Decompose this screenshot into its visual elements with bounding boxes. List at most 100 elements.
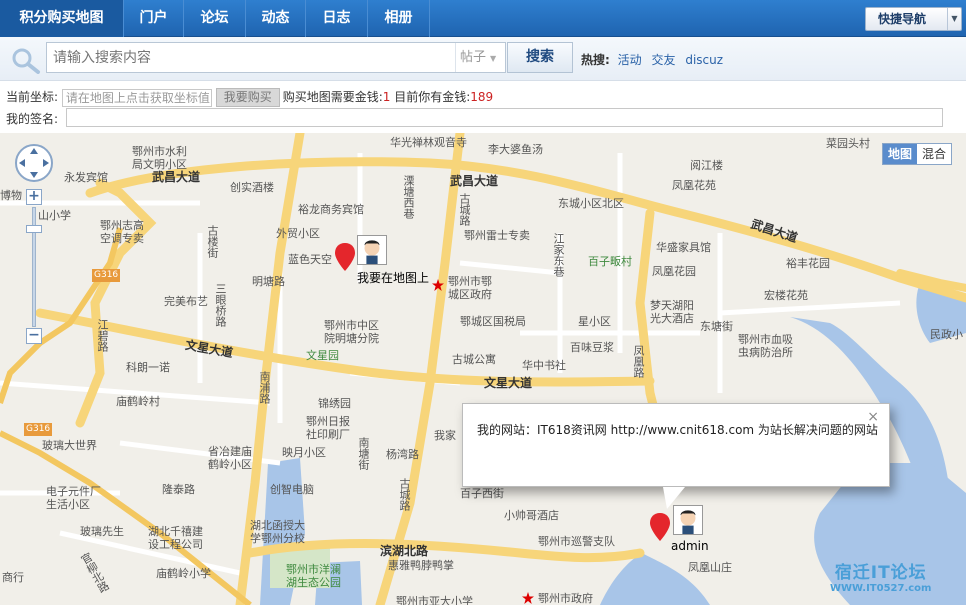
poi-label[interactable]: 民政小 <box>930 328 963 341</box>
poi-label[interactable]: 古城公寓 <box>452 353 496 366</box>
poi-label[interactable]: 省冶建庙鹤岭小区 <box>208 445 258 471</box>
buy-button[interactable]: 我要购买 <box>215 88 280 107</box>
close-icon[interactable]: × <box>867 410 879 424</box>
poi-label[interactable]: 星小区 <box>578 315 611 328</box>
poi-label[interactable]: 梦天湖阳光大酒店 <box>650 299 700 325</box>
road-label: G316 <box>24 423 53 436</box>
poi-label[interactable]: 山小学 <box>38 209 71 222</box>
search-button[interactable]: 搜索 <box>507 42 573 73</box>
poi-label[interactable]: 庙鹤岭小学 <box>156 567 211 580</box>
poi-label[interactable]: 凤凰花苑 <box>672 179 716 192</box>
poi-label[interactable]: 鄂州市政府 <box>538 592 593 605</box>
road-label: 文星大道 <box>484 376 533 390</box>
balance-text: 目前你有金钱: <box>394 90 471 104</box>
road-label: 明塘路 <box>252 275 285 288</box>
road-label: 东塘街 <box>700 320 733 333</box>
poi-label[interactable]: 创实酒楼 <box>230 181 274 194</box>
road-label: G316 <box>92 269 121 282</box>
poi-label[interactable]: 玻璃先生 <box>80 525 124 538</box>
poi-label[interactable]: 湖北千禧建设工程公司 <box>148 525 204 551</box>
avatar[interactable] <box>673 505 703 535</box>
poi-label[interactable]: 蓝色天空 <box>288 253 332 266</box>
poi-label[interactable]: 玻璃大世界 <box>42 439 97 452</box>
quick-nav-button[interactable]: 快捷导航 ▼ <box>865 7 962 31</box>
poi-label[interactable]: 阅江楼 <box>690 159 723 172</box>
hot-link-discuz[interactable]: discuz <box>685 53 723 67</box>
map-pin-icon[interactable] <box>650 513 670 541</box>
zoom-out-button[interactable]: − <box>26 328 42 344</box>
poi-label[interactable]: 百子畈村 <box>588 255 632 268</box>
coordinate-row: 当前坐标: 请在地图上点击获取坐标值 我要购买 购买地图需要金钱:1 目前你有金钱… <box>6 87 493 107</box>
poi-label[interactable]: 鄂州市血吸虫病防治所 <box>738 333 798 359</box>
poi-label[interactable]: 宏楼花苑 <box>764 289 808 302</box>
zoom-slider-thumb[interactable] <box>26 225 42 233</box>
poi-label[interactable]: 鄂州市中区院明塘分院 <box>324 319 384 345</box>
nav-item-portal[interactable]: 门户 <box>124 0 184 37</box>
poi-label[interactable]: 锦绣园 <box>318 397 351 410</box>
poi-label[interactable]: 鄂州市巡警支队 <box>538 535 615 548</box>
poi-label[interactable]: 鄂州市亚大小学 <box>396 595 473 605</box>
poi-label[interactable]: 完美布艺 <box>164 295 208 308</box>
poi-label[interactable]: 百味豆浆 <box>570 341 614 354</box>
poi-label[interactable]: 李大婆鱼汤 <box>488 143 543 156</box>
poi-label[interactable]: 商行 <box>2 571 24 584</box>
search-type-select[interactable]: 帖子 ▼ <box>455 43 505 72</box>
signature-input[interactable] <box>66 108 943 127</box>
poi-label[interactable]: 华盛家具馆 <box>656 241 711 254</box>
search-input[interactable] <box>53 48 453 68</box>
avatar[interactable] <box>357 235 387 265</box>
poi-label[interactable]: 鄂州日报社印刷厂 <box>306 415 356 441</box>
signature-label: 我的签名: <box>6 112 59 126</box>
zoom-in-button[interactable]: + <box>26 189 42 205</box>
poi-label[interactable]: 裕龙商务宾馆 <box>298 203 364 216</box>
road-label: 江碧路 <box>96 319 109 352</box>
nav-item-buy-map[interactable]: 积分购买地图 <box>0 0 124 37</box>
poi-label[interactable]: 鄂州市水利局文明小区 <box>132 145 196 171</box>
poi-label[interactable]: 鄂州市洋澜湖生态公园 <box>286 563 348 589</box>
chevron-down-icon: ▼ <box>947 8 961 30</box>
map-type-hybrid[interactable]: 混合 <box>917 144 951 164</box>
nav-item-forum[interactable]: 论坛 <box>184 0 246 37</box>
road-label: 古城路 <box>458 193 471 226</box>
poi-label[interactable]: 庙鹤岭村 <box>116 395 160 408</box>
road-label: 凤凰路 <box>632 345 645 378</box>
coord-input[interactable]: 请在地图上点击获取坐标值 <box>61 88 212 107</box>
poi-label[interactable]: 文星园 <box>306 349 339 362</box>
poi-label[interactable]: 菜园头村 <box>826 137 870 150</box>
hot-link-dating[interactable]: 交友 <box>651 53 675 67</box>
poi-label[interactable]: 鄂州雷士专卖 <box>464 229 530 242</box>
poi-label[interactable]: 鄂城区国税局 <box>460 315 526 328</box>
poi-label[interactable]: 科朗一诺 <box>126 361 170 374</box>
poi-label[interactable]: 小帅哥酒店 <box>504 509 559 522</box>
poi-label[interactable]: 创智电脑 <box>270 483 314 496</box>
poi-label[interactable]: 裕丰花园 <box>786 257 830 270</box>
map-pin-icon[interactable] <box>335 243 355 271</box>
poi-label[interactable]: 外贸小区 <box>276 227 320 240</box>
hot-link-activity[interactable]: 活动 <box>618 53 642 67</box>
map-view[interactable]: 武昌大道 武昌大道 武昌大道 文星大道 文星大道 滨湖北路 明塘路 隆泰路 东塘… <box>0 133 966 605</box>
poi-label[interactable]: 博物 <box>0 189 22 202</box>
poi-label[interactable]: 凤凰花园 <box>652 265 696 278</box>
map-type-map[interactable]: 地图 <box>882 144 917 164</box>
poi-label[interactable]: 惠雅鸭脖鸭掌 <box>388 559 454 572</box>
nav-item-album[interactable]: 相册 <box>368 0 430 37</box>
road-label: 溧塘西巷 <box>402 175 415 219</box>
poi-label[interactable]: 东城小区北区 <box>558 197 624 210</box>
poi-label[interactable]: 永发宾馆 <box>64 171 108 184</box>
road-label: 武昌大道 <box>450 174 499 188</box>
poi-label[interactable]: 我家 <box>434 429 456 442</box>
nav-item-feed[interactable]: 动态 <box>246 0 306 37</box>
nav-item-blog[interactable]: 日志 <box>306 0 368 37</box>
poi-label[interactable]: 华光禅林观音寺 <box>390 136 467 149</box>
poi-label[interactable]: 鄂州志高空调专卖 <box>100 219 152 245</box>
road-label: 杨湾路 <box>386 448 419 461</box>
poi-label[interactable]: 湖北函授大学鄂州分校 <box>250 519 306 545</box>
info-popup: 我的网站：IT618资讯网 http://www.cnit618.com 为站长… <box>462 403 890 487</box>
poi-label[interactable]: 华中书社 <box>522 359 566 372</box>
pan-control-icon[interactable] <box>14 143 54 183</box>
quick-nav-label: 快捷导航 <box>878 12 927 26</box>
poi-label[interactable]: 鄂州市鄂城区政府 <box>448 275 502 301</box>
poi-label[interactable]: 映月小区 <box>282 446 326 459</box>
poi-label[interactable]: 凤凰山庄 <box>688 561 732 574</box>
poi-label[interactable]: 电子元件厂生活小区 <box>46 485 102 511</box>
